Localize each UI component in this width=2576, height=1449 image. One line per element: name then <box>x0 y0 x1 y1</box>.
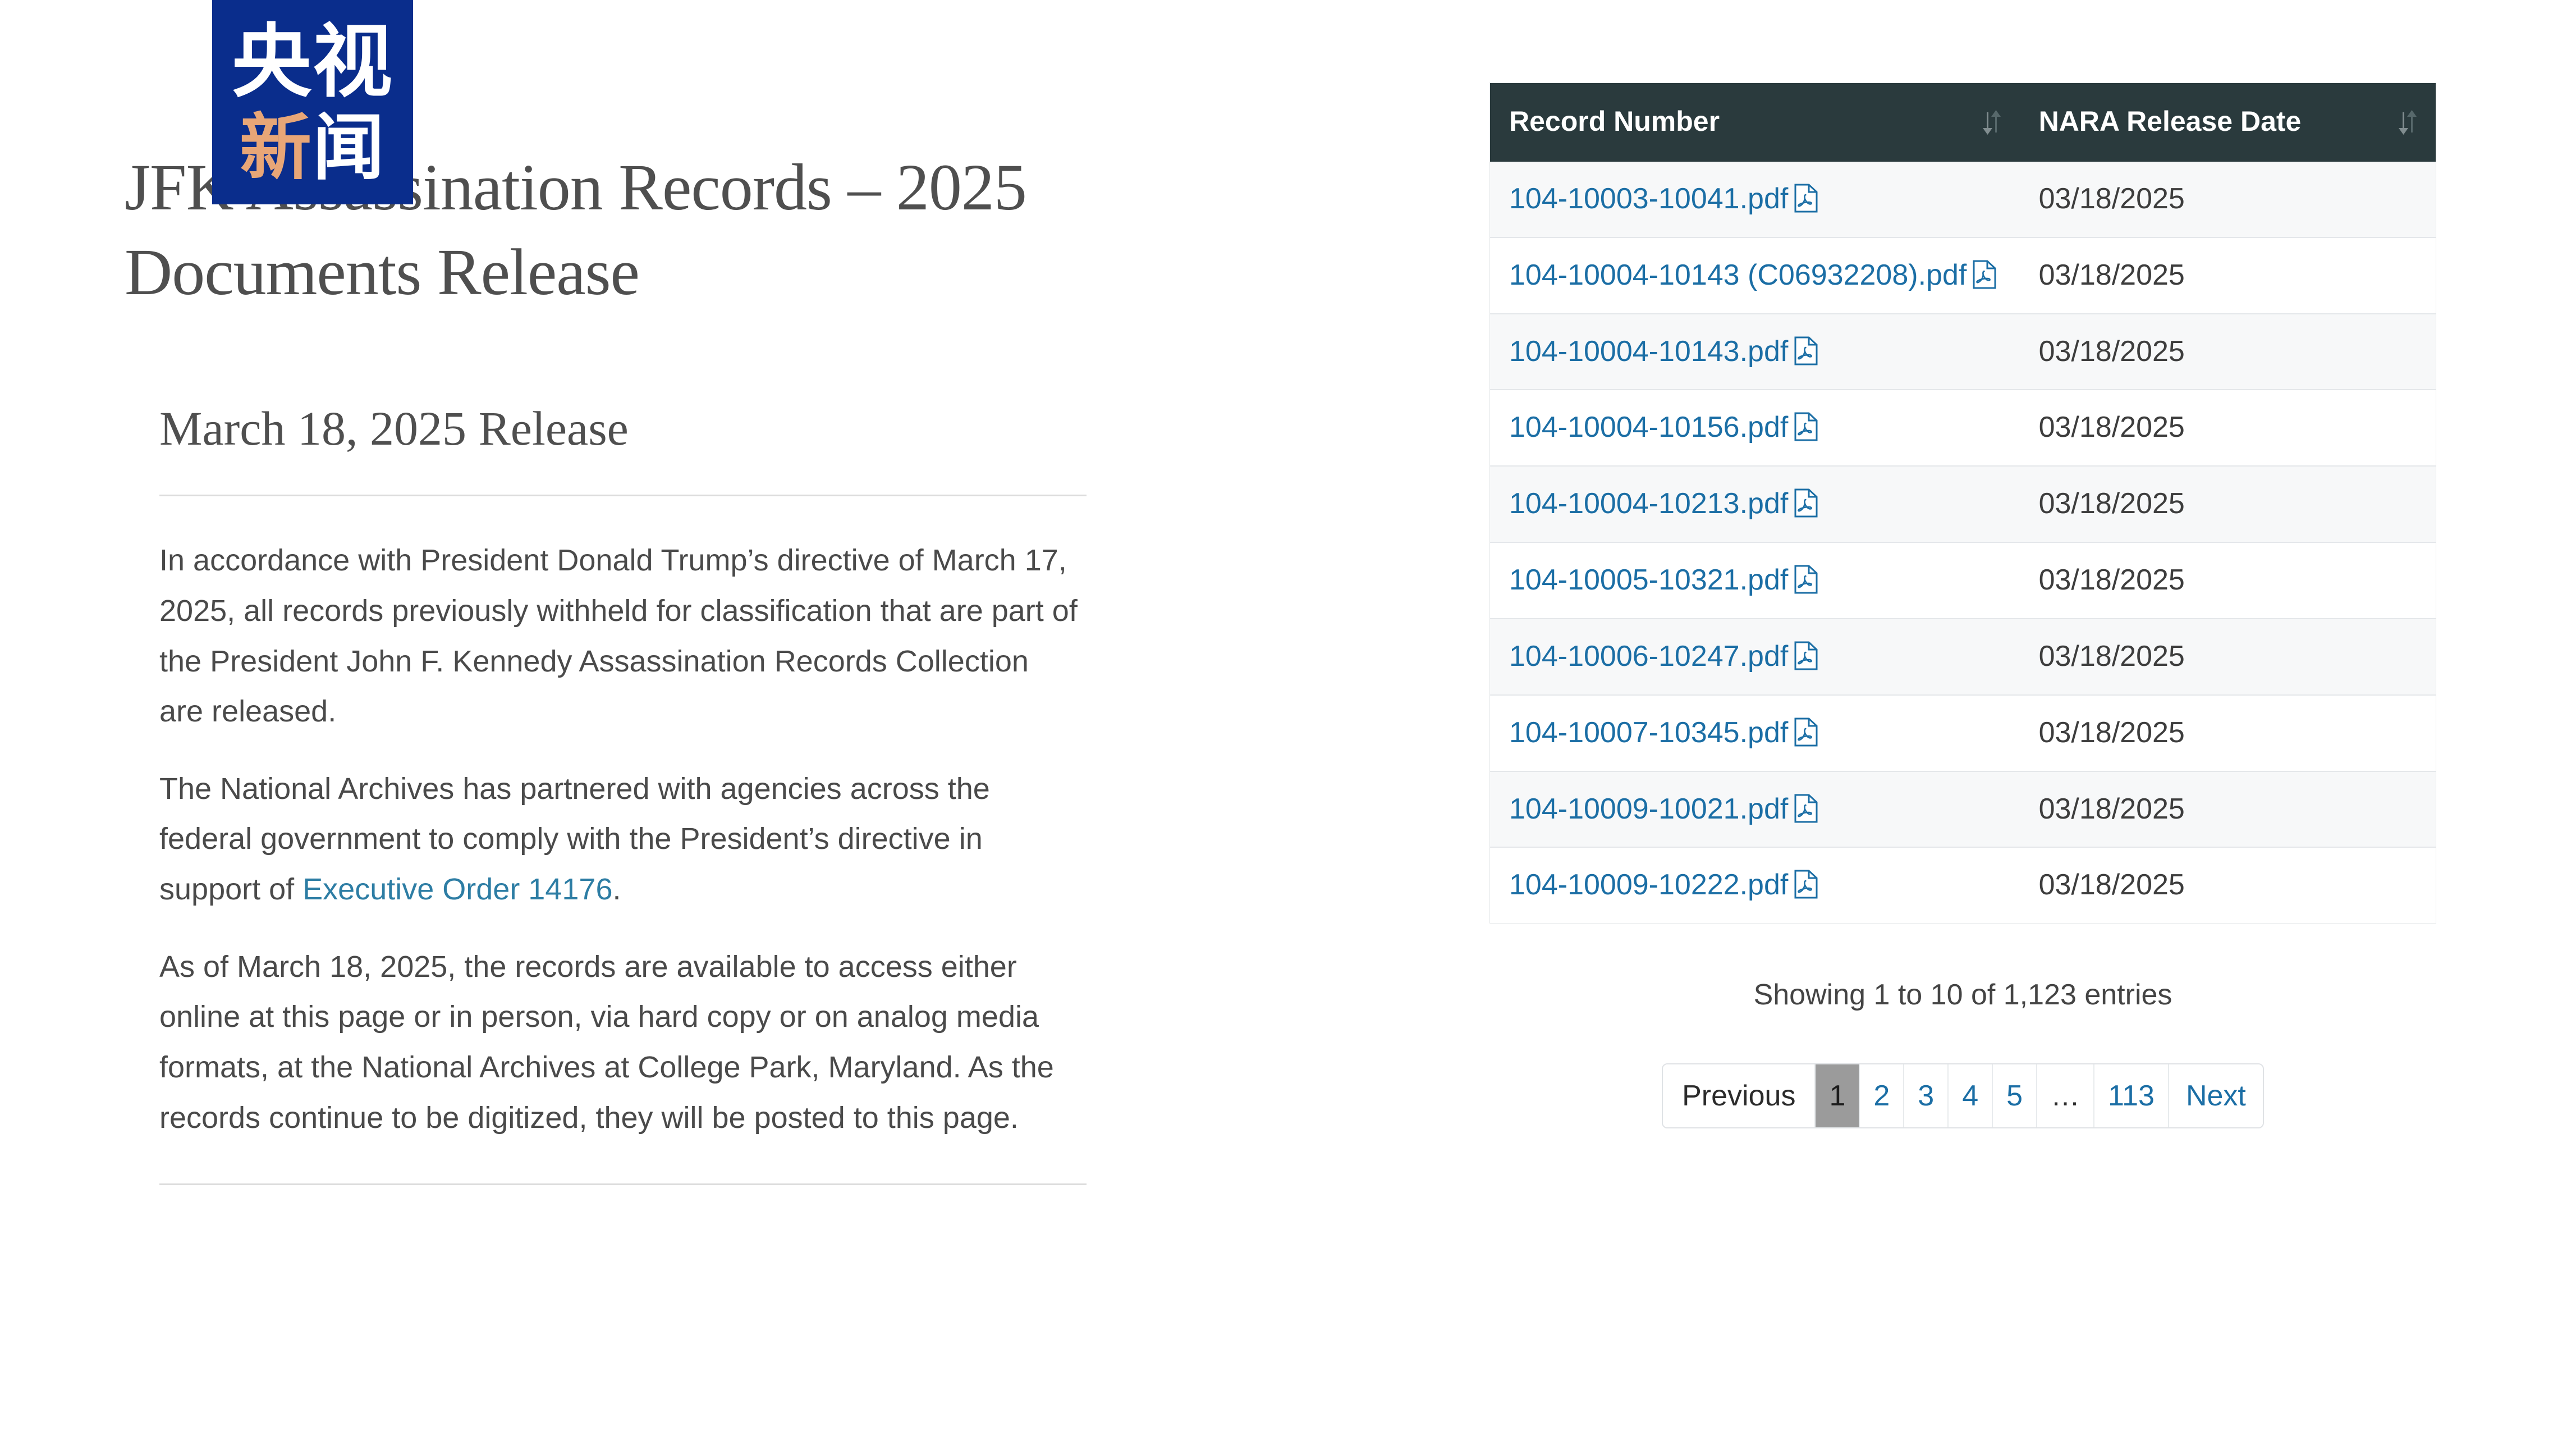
table-row: 104-10004-10143.pdf 03/18/2025 <box>1490 313 2436 390</box>
record-pdf-link[interactable]: 104-10003-10041.pdf <box>1509 182 1788 215</box>
executive-order-link[interactable]: Executive Order 14176 <box>302 872 612 906</box>
table-row: 104-10006-10247.pdf 03/18/2025 <box>1490 618 2436 695</box>
record-number-cell: 104-10004-10143.pdf <box>1490 313 2020 390</box>
column-header-record-number[interactable]: Record Number <box>1490 83 2020 162</box>
paragraph-1: In accordance with President Donald Trum… <box>159 543 1078 729</box>
pagination-page-3[interactable]: 3 <box>1904 1064 1949 1128</box>
sort-both-icon[interactable] <box>2395 108 2420 137</box>
record-pdf-link[interactable]: 104-10005-10321.pdf <box>1509 564 1788 596</box>
pdf-file-icon[interactable] <box>1794 488 1818 518</box>
page-root: 央视 新闻 JFK Assassination Records – 2025 D… <box>0 0 2576 1449</box>
sort-both-icon[interactable] <box>1979 108 2004 137</box>
table-body: 104-10003-10041.pdf 03/18/2025 104-10004-1… <box>1490 162 2436 924</box>
pagination: Previous 1 2 3 4 5… 113 Next <box>1662 1063 2264 1129</box>
record-pdf-link[interactable]: 104-10004-10213.pdf <box>1509 487 1788 520</box>
column-header-record-number-label: Record Number <box>1509 106 1720 137</box>
nara-release-date-cell: 03/18/2025 <box>2019 770 2436 848</box>
nara-release-date-cell: 03/18/2025 <box>2019 694 2436 771</box>
table-row: 104-10004-10143 (C06932208).pdf 03/18/202… <box>1490 236 2436 314</box>
table-header: Record Number NARA Release Date <box>1490 83 2436 162</box>
showing-entries-label: Showing 1 to 10 of 1,123 entries <box>1753 979 2172 1012</box>
pdf-file-icon[interactable] <box>1794 184 1818 213</box>
record-number-cell: 104-10009-10021.pdf <box>1490 770 2020 848</box>
record-pdf-link[interactable]: 104-10004-10143 (C06932208).pdf <box>1509 259 1967 291</box>
pagination-page-4[interactable]: 4 <box>1949 1064 1993 1128</box>
record-pdf-link[interactable]: 104-10004-10156.pdf <box>1509 411 1788 444</box>
record-number-cell: 104-10004-10156.pdf <box>1490 389 2020 467</box>
record-number-cell: 104-10004-10213.pdf <box>1490 465 2020 543</box>
pagination-previous-button[interactable]: Previous <box>1663 1064 1816 1128</box>
table-row: 104-10009-10222.pdf 03/18/2025 <box>1490 847 2436 924</box>
record-number-cell: 104-10003-10041.pdf <box>1490 162 2020 237</box>
record-pdf-link[interactable]: 104-10007-10345.pdf <box>1509 716 1788 749</box>
pagination-ellipsis[interactable]: … <box>2037 1064 2095 1128</box>
nara-release-date-cell: 03/18/2025 <box>2019 162 2436 237</box>
logo-char-wen: 闻 <box>313 106 386 190</box>
cctv-news-logo: 央视 新闻 <box>212 0 413 204</box>
pagination-page-2[interactable]: 2 <box>1860 1064 1905 1128</box>
pagination-page-113[interactable]: 113 <box>2094 1064 2169 1128</box>
record-number-cell: 104-10006-10247.pdf <box>1490 618 2020 695</box>
nara-release-date-cell: 03/18/2025 <box>2019 389 2436 467</box>
records-table: Record Number NARA Release Date 104-1000… <box>1490 83 2436 924</box>
record-pdf-link[interactable]: 104-10006-10247.pdf <box>1509 640 1788 673</box>
nara-release-date-cell: 03/18/2025 <box>2019 847 2436 924</box>
record-pdf-link[interactable]: 104-10009-10222.pdf <box>1509 869 1788 901</box>
pdf-file-icon[interactable] <box>1794 336 1818 365</box>
paragraph-2-text-after: . <box>612 872 621 906</box>
logo-char-xin: 新 <box>239 106 313 190</box>
nara-release-date-cell: 03/18/2025 <box>2019 618 2436 695</box>
nara-release-date-cell: 03/18/2025 <box>2019 542 2436 619</box>
pdf-file-icon[interactable] <box>1794 794 1818 823</box>
logo-text-yangshi: 央视 <box>232 16 393 108</box>
pdf-file-icon[interactable] <box>1794 641 1818 670</box>
record-pdf-link[interactable]: 104-10004-10143.pdf <box>1509 335 1788 368</box>
record-number-cell: 104-10009-10222.pdf <box>1490 847 2020 924</box>
table-row: 104-10007-10345.pdf 03/18/2025 <box>1490 694 2436 771</box>
section-divider <box>159 1183 1087 1186</box>
record-number-cell: 104-10007-10345.pdf <box>1490 694 2020 771</box>
pdf-file-icon[interactable] <box>1794 412 1818 441</box>
pdf-file-icon[interactable] <box>1794 565 1818 594</box>
record-number-cell: 104-10005-10321.pdf <box>1490 542 2020 619</box>
column-header-nara-release-date[interactable]: NARA Release Date <box>2019 83 2436 162</box>
record-pdf-link[interactable]: 104-10009-10021.pdf <box>1509 793 1788 825</box>
record-number-cell: 104-10004-10143 (C06932208).pdf <box>1490 236 2020 314</box>
table-header-row: Record Number NARA Release Date <box>1490 83 2436 162</box>
table-row: 104-10004-10156.pdf 03/18/2025 <box>1490 389 2436 467</box>
table-row: 104-10003-10041.pdf 03/18/2025 <box>1490 162 2436 237</box>
records-panel: Record Number NARA Release Date 104-1000… <box>1490 83 2436 1129</box>
release-heading: March 18, 2025 Release <box>159 401 629 456</box>
nara-release-date-cell: 03/18/2025 <box>2019 465 2436 543</box>
table-row: 104-10005-10321.pdf 03/18/2025 <box>1490 542 2436 619</box>
column-header-nara-release-date-label: NARA Release Date <box>2038 106 2302 137</box>
pdf-file-icon[interactable] <box>1794 870 1818 899</box>
heading-divider <box>159 495 1087 497</box>
pagination-next-button[interactable]: Next <box>2169 1064 2263 1128</box>
pagination-page-1[interactable]: 1 <box>1816 1064 1860 1128</box>
body-copy: In accordance with President Donald Trum… <box>159 536 1080 1143</box>
logo-text-xinwen: 新闻 <box>222 112 403 184</box>
pdf-file-icon[interactable] <box>1794 717 1818 747</box>
pagination-page-5[interactable]: 5 <box>1993 1064 2038 1128</box>
table-row: 104-10009-10021.pdf 03/18/2025 <box>1490 770 2436 848</box>
article-column: JFK Assassination Records – 2025 Documen… <box>125 145 1112 1186</box>
pagination-wrapper: Previous 1 2 3 4 5… 113 Next <box>1490 1063 2436 1129</box>
nara-release-date-cell: 03/18/2025 <box>2019 313 2436 390</box>
pdf-file-icon[interactable] <box>1972 260 1997 289</box>
table-row: 104-10004-10213.pdf 03/18/2025 <box>1490 465 2436 543</box>
paragraph-3: As of March 18, 2025, the records are av… <box>159 949 1054 1135</box>
paragraph-2: The National Archives has partnered with… <box>159 764 1080 915</box>
nara-release-date-cell: 03/18/2025 <box>2019 236 2436 314</box>
